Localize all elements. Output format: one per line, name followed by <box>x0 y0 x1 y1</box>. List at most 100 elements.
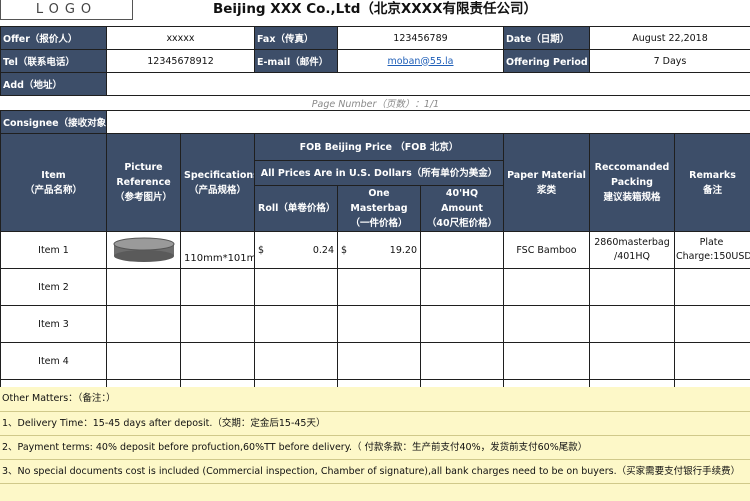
currency-note-header: All Prices Are in U.S. Dollars（所有单价为美金） <box>254 160 504 186</box>
quotation-table: Offer（报价人） xxxxx Fax（传真） 123456789 Date（… <box>0 26 750 404</box>
email-label: E-mail（邮件） <box>254 49 338 73</box>
item-cell[interactable]: Item 3 <box>0 305 107 343</box>
packing-header-text: Reccomanded Packing <box>594 162 670 188</box>
masterbag-header-cn: （一件价格） <box>350 218 408 229</box>
col-item-header: Item （产品名称） <box>0 133 107 232</box>
picture-cell[interactable] <box>106 231 181 269</box>
offering-period-value[interactable]: 7 Days <box>589 49 750 73</box>
remarks-cell[interactable] <box>674 342 750 380</box>
item-cell[interactable]: Item 4 <box>0 342 107 380</box>
spec-cell[interactable] <box>180 268 255 306</box>
paper-cell[interactable] <box>503 305 590 343</box>
fax-label: Fax（传真） <box>254 26 338 50</box>
remarks-line-1: Plate <box>699 237 724 248</box>
roll-price: 0.24 <box>312 244 334 256</box>
hq-header-text: 40'HQ Amount <box>441 188 483 214</box>
paper-cell[interactable] <box>503 342 590 380</box>
roll-currency: $ <box>258 244 265 256</box>
packing-header-cn: 建议装箱规格 <box>603 192 661 203</box>
picture-cell[interactable] <box>106 342 181 380</box>
note-blank <box>0 483 750 484</box>
paper-cell[interactable]: FSC Bamboo <box>503 231 590 269</box>
item-header-text: Item <box>41 169 66 181</box>
col-hq-header: 40'HQ Amount （40尺柜价格） <box>420 185 504 232</box>
hq-amount-cell[interactable] <box>420 231 504 269</box>
notes-title: Other Matters：（备注：） <box>2 393 116 404</box>
note-documents: 3、No special documents cost is included … <box>0 459 750 484</box>
packing-cell[interactable] <box>589 305 675 343</box>
bag-currency: $ <box>341 244 348 256</box>
spec-cell[interactable] <box>180 305 255 343</box>
company-title: Beijing XXX Co.,Ltd（北京XXXX有限责任公司） <box>212 1 538 17</box>
table-row: Item 1 110mm*101m $0.24 $19.20 FSC Bambo… <box>0 231 750 269</box>
paper-header-text: Paper Material <box>507 169 586 181</box>
page-number: Page Number（页数）：1/1 <box>0 95 750 111</box>
item-cell[interactable]: Item 2 <box>0 268 107 306</box>
logo: LOGO <box>0 0 133 20</box>
notes-section: Other Matters：（备注：） 1、Delivery Time：15-4… <box>0 387 750 501</box>
bag-price: 19.20 <box>389 244 417 256</box>
fax-value[interactable]: 123456789 <box>337 26 504 50</box>
hq-amount-cell[interactable] <box>420 342 504 380</box>
col-packing-header: Reccomanded Packing 建议装箱规格 <box>589 133 675 232</box>
roll-price-cell[interactable]: $0.24 <box>254 231 338 269</box>
picture-cell[interactable] <box>106 268 181 306</box>
hq-header-cn: （40尺柜价格） <box>426 218 498 229</box>
email-link[interactable]: moban@55.la <box>337 49 504 73</box>
remarks-line-2: Charge:150USD/c <box>676 251 750 262</box>
spec-header-cn: （产品规格） <box>188 184 246 196</box>
masterbag-price-cell[interactable] <box>337 305 421 343</box>
masterbag-price-cell[interactable]: $19.20 <box>337 231 421 269</box>
masterbag-price-cell[interactable] <box>337 268 421 306</box>
note-delivery: 1、Delivery Time：15-45 days after deposit… <box>0 411 750 436</box>
roll-price-cell[interactable] <box>254 342 338 380</box>
packing-cell[interactable]: 2860masterbag /401HQ <box>589 231 675 269</box>
address-value[interactable] <box>106 72 750 96</box>
spec-cell[interactable] <box>180 342 255 380</box>
tel-label: Tel（联系电话） <box>0 49 107 73</box>
remarks-cell[interactable] <box>674 305 750 343</box>
paper-header-cn: 浆类 <box>536 184 556 196</box>
hq-amount-cell[interactable] <box>420 268 504 306</box>
picture-cell[interactable] <box>106 305 181 343</box>
roll-price-cell[interactable] <box>254 268 338 306</box>
remarks-header-cn: 备注 <box>702 184 722 196</box>
col-picture-header: Picture Reference （参考图片） <box>106 133 181 232</box>
packing-cell[interactable] <box>589 268 675 306</box>
consignee-label: Consignee（接收对象） <box>0 110 107 134</box>
item-header-cn: （产品名称） <box>24 184 82 196</box>
item-cell[interactable]: Item 1 <box>0 231 107 269</box>
col-paper-header: Paper Material 浆类 <box>503 133 590 232</box>
tape-roll-image <box>113 237 174 262</box>
table-row: Item 3 <box>0 305 750 343</box>
offering-period-label: Offering Period（ <box>503 49 590 73</box>
table-row: Item 2 <box>0 268 750 306</box>
offer-value[interactable]: xxxxx <box>106 26 255 50</box>
table-row: Item 4 <box>0 342 750 380</box>
fob-price-header: FOB Beijing Price （FOB 北京） <box>254 133 504 161</box>
spec-cell[interactable]: 110mm*101m <box>180 231 255 269</box>
packing-cell[interactable] <box>589 342 675 380</box>
packing-line-2: /401HQ <box>614 251 650 262</box>
date-value[interactable]: August 22,2018 <box>589 26 750 50</box>
remarks-header-text: Remarks <box>689 169 736 181</box>
paper-cell[interactable] <box>503 268 590 306</box>
roll-price-cell[interactable] <box>254 305 338 343</box>
col-spec-header: Specifications （产品规格） <box>180 133 255 232</box>
offer-label: Offer（报价人） <box>0 26 107 50</box>
date-label: Date（日期） <box>503 26 590 50</box>
col-roll-header: Roll（单卷价格） <box>254 185 338 232</box>
packing-line-1: 2860masterbag <box>594 237 670 248</box>
consignee-value[interactable] <box>107 111 750 134</box>
tel-value[interactable]: 12345678912 <box>106 49 255 73</box>
remarks-cell[interactable]: Plate Charge:150USD/c <box>674 231 750 269</box>
consignee-label-text: Consignee（接收对象） <box>3 118 107 129</box>
picture-header-text: Picture Reference <box>116 162 171 188</box>
col-remarks-header: Remarks 备注 <box>674 133 750 232</box>
remarks-cell[interactable] <box>674 268 750 306</box>
spec-header-text: Specifications <box>184 169 255 181</box>
masterbag-header-text: One Masterbag <box>350 188 408 214</box>
address-label: Add（地址） <box>0 72 107 96</box>
masterbag-price-cell[interactable] <box>337 342 421 380</box>
hq-amount-cell[interactable] <box>420 305 504 343</box>
